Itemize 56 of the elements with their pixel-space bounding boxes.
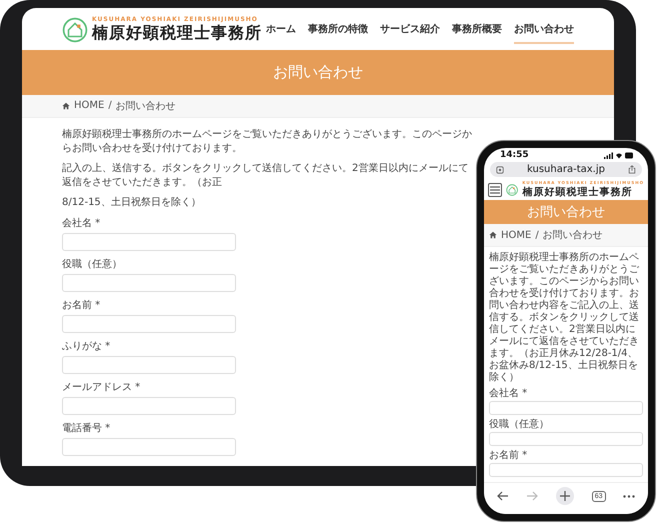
menu-button[interactable]: [488, 182, 502, 197]
back-arrow-icon: [496, 491, 509, 501]
status-icons: [604, 152, 634, 158]
logo-icon: [506, 182, 518, 197]
status-time: 14:55: [500, 150, 529, 160]
nav-link[interactable]: 事務所の特徴: [308, 16, 368, 44]
forward-arrow-icon: [526, 491, 538, 501]
input-field[interactable]: [62, 274, 236, 292]
logo-name: 楠原好顕税理士事務所: [522, 186, 634, 200]
field-label: メールアドレス *: [62, 382, 140, 394]
page-title-banner: お問い合わせ: [484, 200, 648, 224]
field-label: 会社名 *: [489, 388, 528, 400]
field-label: 役職（任意）: [62, 259, 122, 271]
field-label: 会社名 *: [62, 218, 100, 230]
share-icon[interactable]: [628, 165, 636, 174]
breadcrumb-home-link[interactable]: HOME: [501, 230, 532, 240]
breadcrumb-separator: /: [108, 100, 112, 111]
nav-link[interactable]: お問い合わせ: [514, 16, 574, 44]
nav-link[interactable]: ホーム: [266, 16, 296, 44]
input-field[interactable]: [62, 356, 236, 374]
field-label: 電話番号 *: [62, 423, 110, 435]
intro-text: 楠原好顕税理士事務所のホームページをご覧いただきありがとうございます。このページからお問い合わせを受け付けております。: [62, 128, 472, 156]
input-field[interactable]: [62, 315, 236, 333]
breadcrumb-current: お問い合わせ: [542, 229, 603, 242]
intro-text: 記入の上、送信する。ボタンをクリックして送信してください。2営業日以内にメールにて返信をさせていただきます。（お正: [62, 162, 470, 190]
input-field[interactable]: [62, 438, 236, 456]
input-field[interactable]: [489, 401, 643, 415]
logo-name: 楠原好顕税理士事務所: [92, 23, 262, 44]
breadcrumb-home-link[interactable]: HOME: [74, 100, 104, 111]
field-label: お名前 *: [62, 300, 100, 312]
url-text: kusuhara-tax.jp: [527, 164, 605, 176]
input-field[interactable]: [489, 432, 643, 446]
new-tab-button[interactable]: [556, 487, 574, 505]
breadcrumb-current: お問い合わせ: [116, 100, 176, 112]
intro-text: 楠原好顕税理士事務所のホームページをご覧いただきありがとうございます。このページからお問い合わせを受け付けております。お問い合わせ内容をご記入の上、送信する。ボタンをクリックして送信してください。2営業日以内にメールにて返信をさせていただきます。（お正月休み12/28-1/4、お盆休み8/12-15、土日祝祭日を除く）: [489, 252, 640, 384]
intro-text: 8/12-15、土日祝祭日を除く）: [62, 196, 202, 210]
nav-link[interactable]: サービス紹介: [380, 16, 440, 44]
input-field[interactable]: [62, 233, 236, 251]
page-settings-icon: [496, 166, 504, 174]
field-label: ふりがな *: [62, 341, 110, 353]
field-label: 役職（任意）: [489, 419, 549, 431]
address-bar[interactable]: kusuhara-tax.jp: [490, 162, 642, 178]
input-field[interactable]: [62, 397, 236, 415]
input-field[interactable]: [489, 463, 643, 477]
logo-icon: [62, 17, 88, 43]
home-icon: [62, 102, 70, 110]
more-button[interactable]: [623, 494, 636, 498]
field-label: お名前 *: [489, 450, 528, 462]
breadcrumb-separator: /: [535, 230, 539, 240]
nav-link[interactable]: 事務所概要: [452, 16, 502, 44]
page-title-banner: お問い合わせ: [22, 50, 614, 94]
more-icon: [623, 494, 636, 498]
back-button[interactable]: [496, 491, 509, 501]
menu-icon: [490, 186, 500, 194]
home-icon: [489, 231, 497, 239]
plus-icon: [560, 491, 570, 501]
